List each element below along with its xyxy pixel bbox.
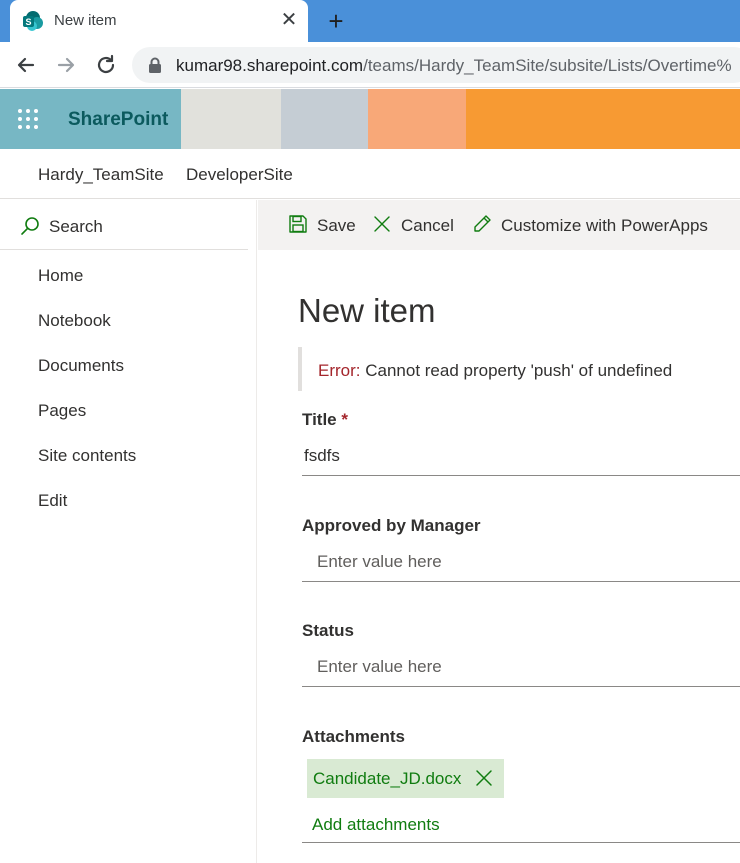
attachment-file-name[interactable]: Candidate_JD.docx (313, 769, 461, 789)
suite-bar-banner-segment (281, 89, 368, 149)
suite-bar-banner-segment (181, 89, 281, 149)
add-attachments-button[interactable]: Add attachments (302, 809, 740, 843)
command-bar: Save Cancel Customize with PowerApps (258, 200, 740, 250)
pencil-icon (474, 215, 491, 232)
left-navigation: Search Home Notebook Documents Pages Sit… (0, 200, 257, 863)
site-navigation: Hardy_TeamSite DeveloperSite (0, 149, 740, 199)
customize-powerapps-button[interactable]: Customize with PowerApps (472, 213, 722, 239)
tab-close-icon[interactable]: ✕ (278, 9, 300, 31)
url-text: kumar98.sharepoint.com/teams/Hardy_TeamS… (176, 56, 732, 76)
address-bar[interactable]: kumar98.sharepoint.com/teams/Hardy_TeamS… (132, 47, 740, 83)
app-launcher-icon[interactable] (18, 109, 38, 129)
site-link-developersite[interactable]: DeveloperSite (186, 165, 293, 185)
sharepoint-favicon-icon: S (23, 11, 43, 31)
status-label: Status (302, 621, 354, 640)
nav-item-edit[interactable]: Edit (38, 491, 67, 511)
title-label-text: Title (302, 410, 337, 429)
new-tab-icon[interactable]: + (322, 7, 350, 35)
cancel-label: Cancel (401, 216, 454, 235)
save-icon (289, 215, 307, 233)
reload-icon[interactable] (92, 51, 120, 79)
title-input[interactable]: fsdfs (302, 440, 740, 476)
url-path: /teams/Hardy_TeamSite/subsite/Lists/Over… (363, 56, 732, 75)
attachments-label: Attachments (302, 727, 405, 746)
lock-icon (149, 57, 161, 73)
svg-text:S: S (25, 17, 31, 27)
error-message: Error: Cannot read property 'push' of un… (318, 361, 672, 381)
required-indicator: * (336, 410, 348, 429)
approved-by-manager-input[interactable]: Enter value here (302, 546, 740, 582)
approved-by-manager-placeholder: Enter value here (317, 552, 442, 571)
approved-by-manager-label: Approved by Manager (302, 516, 481, 535)
browser-tab-strip: S New item ✕ + (0, 0, 740, 42)
error-message-bar: Error: Cannot read property 'push' of un… (298, 347, 740, 391)
nav-item-home[interactable]: Home (38, 266, 83, 286)
back-arrow-icon[interactable] (12, 51, 40, 79)
customize-powerapps-label: Customize with PowerApps (501, 216, 708, 235)
status-input[interactable]: Enter value here (302, 651, 740, 687)
error-detail: Cannot read property 'push' of undefined (360, 361, 673, 380)
browser-tab-title: New item (54, 12, 117, 29)
search-icon (21, 217, 39, 235)
suite-bar: SharePoint (0, 89, 740, 149)
nav-item-site-contents[interactable]: Site contents (38, 446, 136, 466)
save-button[interactable]: Save (288, 213, 358, 239)
suite-bar-banner-segment (368, 89, 466, 149)
url-host: kumar98.sharepoint.com (176, 56, 364, 75)
search-box[interactable]: Search (0, 200, 248, 250)
suite-bar-banner-segment (466, 89, 740, 149)
title-input-value: fsdfs (304, 446, 340, 465)
save-label: Save (317, 216, 356, 235)
site-link-hardy-teamsite[interactable]: Hardy_TeamSite (38, 165, 164, 185)
cancel-icon (374, 216, 390, 232)
attachment-chip: Candidate_JD.docx (307, 759, 504, 798)
status-placeholder: Enter value here (317, 657, 442, 676)
title-field-label: Title * (302, 410, 348, 430)
sharepoint-brand-link[interactable]: SharePoint (68, 109, 168, 131)
browser-tab[interactable]: S New item ✕ (10, 0, 308, 42)
nav-item-pages[interactable]: Pages (38, 401, 86, 421)
remove-attachment-icon[interactable] (473, 767, 495, 789)
search-label: Search (49, 217, 103, 236)
error-prefix: Error: (318, 361, 361, 380)
forward-arrow-icon[interactable] (52, 51, 80, 79)
cancel-button[interactable]: Cancel (372, 213, 462, 239)
add-attachments-label: Add attachments (312, 815, 440, 834)
nav-item-documents[interactable]: Documents (38, 356, 124, 376)
nav-item-notebook[interactable]: Notebook (38, 311, 111, 331)
browser-toolbar: kumar98.sharepoint.com/teams/Hardy_TeamS… (0, 42, 740, 88)
page-title: New item (298, 292, 436, 329)
